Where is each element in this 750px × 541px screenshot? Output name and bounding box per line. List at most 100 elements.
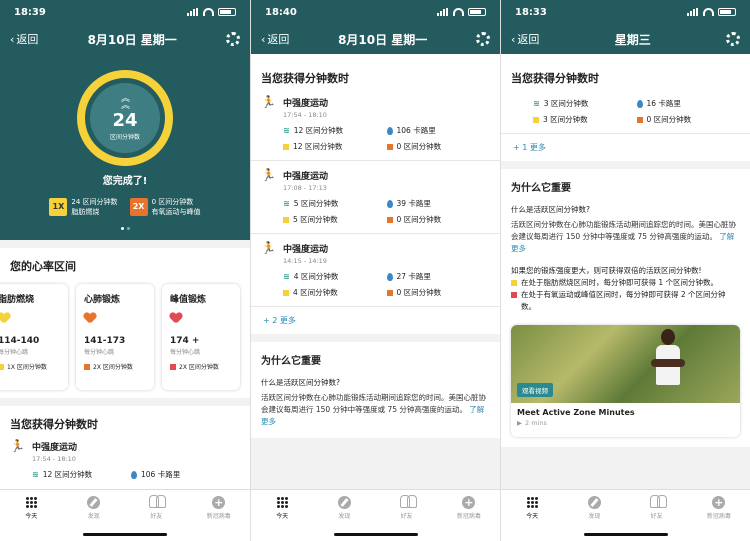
calorie-drop-icon [131,470,137,479]
fat-burn-square [283,289,289,296]
nav-bar: ‹ 返回 8月10日 星期一 [0,24,250,54]
status-bar: 18:40 [251,0,500,24]
show-more-link[interactable]: + 2 更多 [251,307,500,334]
panel-today-summary: 18:39 ‹ 返回 8月10日 星期一 ︽ ︽ 24 区间分钟数 您完成了! … [0,0,250,541]
page-dots[interactable] [120,227,130,230]
zone-icon: ≋ [283,126,290,135]
hero-section: 18:39 ‹ 返回 8月10日 星期一 ︽ ︽ 24 区间分钟数 您完成了! … [0,0,250,240]
question-text: 什么是活跃区间分钟数? [261,378,340,387]
tab-today[interactable]: 今天 [6,495,56,541]
page-title: 8月10日 星期一 [338,32,428,47]
fat-burn-square [283,143,289,150]
badge-cardio-peak: 2X 0 区间分钟数 有氧运动与峰值 [129,197,201,217]
runner-icon: 🏃 [261,241,276,255]
ring-unit: 区间分钟数 [109,133,140,141]
explanation-text: 活跃区间分钟数在心肺功能锻炼活动期间追踪您的时间。美国心脏协会建议每周进行 15… [261,393,486,414]
nav-bar: ‹ 返回 星期三 [501,24,750,54]
battery-icon [468,8,486,16]
status-time: 18:39 [14,6,46,18]
zone-minutes-ring: ︽ ︽ 24 区间分钟数 [77,70,173,166]
multiplier-1x: 1X [49,198,68,216]
list-item: 在处于脂肪燃烧区间时，每分钟即可获得 1 个区间分钟数。 [511,277,740,289]
back-button[interactable]: ‹ 返回 [511,31,539,47]
status-time: 18:33 [515,6,547,18]
page-title: 星期三 [614,32,651,47]
tab-today[interactable]: 今天 [507,495,557,541]
wifi-icon [203,8,214,16]
compass-icon [337,495,351,509]
plus-circle-icon: + [712,495,726,509]
zone-icon: ≋ [283,199,290,208]
cardio-square [386,289,393,296]
zone-icon: ≋ [32,470,39,479]
gear-icon[interactable] [475,32,490,46]
earn-minutes-section: 当您获得分钟数时 ≋ 3 区间分钟数 16 卡路里 3 区间分钟数 0 区间分钟数… [501,54,750,161]
home-indicator [333,533,418,536]
heart-rate-zones-section: 您的心率区间 脂肪燃烧 114-140 每分钟心跳 1X 区间分钟数 心肺锻炼 … [0,248,250,398]
plus-circle-icon: + [462,495,476,509]
status-bar: 18:33 [501,0,750,24]
hr-card-peak[interactable]: 峰值锻炼 174 + 每分钟心跳 2X 区间分钟数 [162,284,240,390]
nav-bar: ‹ 返回 8月10日 星期一 [251,24,500,54]
dots-grid-icon [276,496,288,508]
hr-card-cardio[interactable]: 心肺锻炼 141-173 每分钟心跳 2X 区间分钟数 [76,284,154,390]
activity-item[interactable]: 🏃 中强度运动 14:15 - 14:19 ≋ 4 区间分钟数 27 卡路里 4 … [251,234,500,307]
ring-value: 24 [112,109,138,131]
show-more-link[interactable]: + 1 更多 [501,134,750,161]
back-button[interactable]: ‹ 返回 [261,31,289,47]
runner-icon: 🏃 [10,439,25,453]
compass-icon [587,495,601,509]
dots-grid-icon [526,496,538,508]
signal-icon [187,8,199,16]
gear-icon[interactable] [225,32,240,46]
signal-icon [437,8,449,16]
plus-circle-icon: + [212,495,226,509]
activity-item[interactable]: 🏃 中强度运动 17:54 - 18:10 ≋ 12 区间分钟数 106 卡路里 … [251,88,500,161]
runner-icon: 🏃 [261,95,276,109]
watch-video-tag: 观看视频 [517,383,553,397]
chevron-left-icon: ‹ [10,32,15,46]
explanation-text: 活跃区间分钟数在心肺功能锻炼活动期间追踪您的时间。美国心脏协会建议每周进行 15… [511,220,736,241]
activity-item[interactable]: ≋ 3 区间分钟数 16 卡路里 3 区间分钟数 0 区间分钟数 [501,88,750,134]
zone-icon: ≋ [533,99,540,108]
video-thumbnail: 观看视频 [511,325,740,403]
activity-item[interactable]: 🏃 中强度运动 17:54 - 18:10 ≋ 12 区间分钟数 106 卡路里 [10,432,240,488]
zone-chevrons-icon: ︽ ︽ [120,93,130,111]
tab-covid[interactable]: + 新冠病毒 [694,495,744,541]
page-title: 8月10日 星期一 [87,32,177,47]
heart-icon [0,313,10,324]
chevron-left-icon: ‹ [511,32,516,46]
gear-icon[interactable] [725,32,740,46]
wifi-icon [703,8,714,16]
calorie-drop-icon [386,126,393,135]
header: 18:40 ‹ 返回 8月10日 星期一 [251,0,500,54]
calorie-drop-icon [386,199,393,208]
calorie-drop-icon [386,272,393,281]
battery-icon [218,8,236,16]
friends-icon [399,495,417,508]
panel-activity-list: 18:40 ‹ 返回 8月10日 星期一 当您获得分钟数时 🏃 中强度运动 17… [250,0,500,541]
video-title: Meet Active Zone Minutes [517,408,635,417]
panel-wednesday: 18:33 ‹ 返回 星期三 当您获得分钟数时 ≋ 3 区间分钟数 16 卡路里 3 [500,0,750,541]
heart-icon [170,313,182,324]
completed-text: 您完成了! [102,176,148,187]
tab-covid[interactable]: + 新冠病毒 [444,495,494,541]
tab-today[interactable]: 今天 [257,495,307,541]
video-duration: 2 mins [525,419,547,427]
section-title: 为什么它重要 [511,183,571,194]
earn-minutes-section: 当您获得分钟数时 🏃 中强度运动 17:54 - 18:10 ≋ 12 区间分钟数… [0,406,250,496]
tab-covid[interactable]: + 新冠病毒 [194,495,244,541]
activity-item[interactable]: 🏃 中强度运动 17:08 - 17:13 ≋ 5 区间分钟数 39 卡路里 5 … [251,161,500,234]
section-title: 为什么它重要 [261,356,321,367]
dots-grid-icon [25,496,37,508]
video-card[interactable]: 观看视频 Meet Active Zone Minutes ▶ 2 mins [511,325,740,437]
runner-icon: 🏃 [261,168,276,182]
cardio-square [386,143,393,150]
badge-fat-burn: 1X 24 区间分钟数 脂肪燃烧 [49,197,118,217]
multiplier-2x: 2X [129,198,148,216]
fat-burn-square [533,116,539,123]
hr-card-fat-burn[interactable]: 脂肪燃烧 114-140 每分钟心跳 1X 区间分钟数 [0,284,68,390]
friends-icon [149,495,167,508]
header: 18:33 ‹ 返回 星期三 [501,0,750,54]
back-button[interactable]: ‹ 返回 [10,31,38,47]
